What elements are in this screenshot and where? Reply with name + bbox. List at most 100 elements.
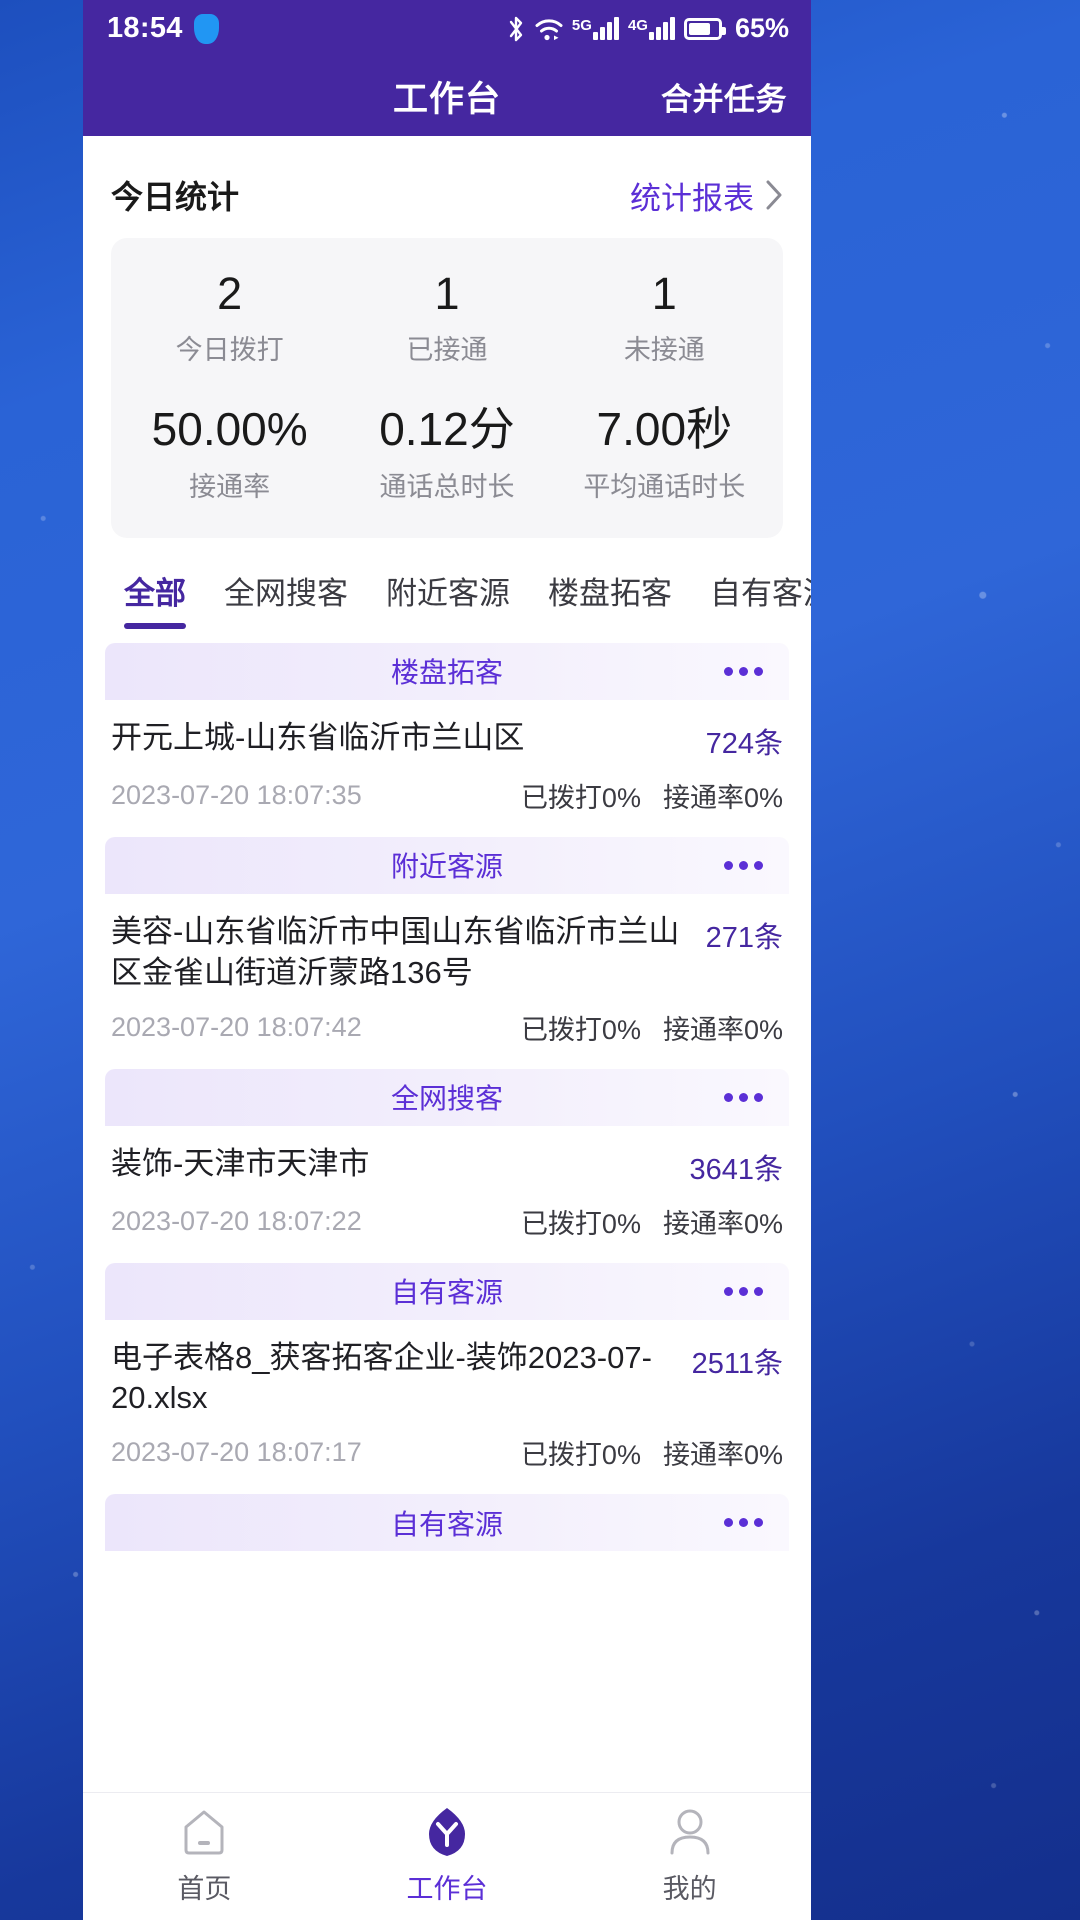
page-content: 今日统计 统计报表 2 今日拨打 1 已接通 1 未接通 50.00% 接通率 … bbox=[83, 136, 811, 1792]
stat-label: 通话总时长 bbox=[379, 471, 515, 502]
task-main-row: 电子表格8_获客拓客企业-装饰2023-07-20.xlsx 2511条 bbox=[111, 1338, 783, 1420]
task-connect-rate: 接通率0% bbox=[662, 1440, 783, 1471]
more-horizontal-icon[interactable] bbox=[724, 666, 763, 676]
bluetooth-icon bbox=[509, 16, 523, 41]
task-meta-row: 2023-07-20 18:07:35 已拨打0% 接通率0% bbox=[111, 776, 783, 831]
task-name: 美容-山东省临沂市中国山东省临沂市兰山区金雀山街道沂蒙路136号 bbox=[111, 913, 680, 990]
battery-percent: 65% bbox=[734, 13, 789, 43]
nav-label: 首页 bbox=[177, 1874, 232, 1904]
task-card[interactable]: 自有客源 电子表格8_获客拓客企业-装饰2023-07-20.xlsx 2511… bbox=[83, 1262, 811, 1489]
more-horizontal-icon[interactable] bbox=[724, 1518, 763, 1528]
nav-label: 工作台 bbox=[406, 1874, 488, 1904]
task-count: 724条 bbox=[705, 727, 783, 760]
task-count: 2511条 bbox=[691, 1347, 783, 1380]
statistics-report-label: 统计报表 bbox=[630, 180, 754, 216]
task-card[interactable]: 自有客源 bbox=[83, 1494, 811, 1552]
stat-average-duration: 7.00秒 平均通话时长 bbox=[556, 401, 773, 504]
nav-item-workbench[interactable]: 工作台 bbox=[326, 1807, 569, 1906]
stat-not-connected: 1 未接通 bbox=[556, 266, 773, 367]
person-icon bbox=[667, 1807, 713, 1857]
chevron-right-icon bbox=[766, 180, 782, 210]
phone-screen: 18:54 5G 4G 65% 工作台 合并任务 今日统计 统计报表 2 今日拨… bbox=[83, 0, 811, 1920]
task-time: 2023-07-20 18:07:42 bbox=[111, 1011, 362, 1042]
task-name: 电子表格8_获客拓客企业-装饰2023-07-20.xlsx bbox=[111, 1339, 652, 1416]
battery-icon bbox=[683, 17, 726, 40]
task-time: 2023-07-20 18:07:35 bbox=[111, 779, 362, 810]
task-dialed-rate: 已拨打0% bbox=[520, 1014, 641, 1045]
stat-label: 已接通 bbox=[406, 335, 488, 366]
task-metrics: 已拨打0% 接通率0% bbox=[521, 776, 783, 815]
task-type-badge: 附近客源 bbox=[390, 851, 503, 883]
task-card[interactable]: 附近客源 美容-山东省临沂市中国山东省临沂市兰山区金雀山街道沂蒙路136号 27… bbox=[83, 836, 811, 1063]
task-name: 装饰-天津市天津市 bbox=[111, 1145, 370, 1181]
status-bar: 18:54 5G 4G 65% bbox=[83, 0, 811, 57]
task-main-row: 美容-山东省临沂市中国山东省临沂市兰山区金雀山街道沂蒙路136号 271条 bbox=[111, 912, 783, 994]
task-card-body: 开元上城-山东省临沂市兰山区 724条 2023-07-20 18:07:35 … bbox=[105, 700, 789, 831]
stat-label: 今日拨打 bbox=[175, 335, 284, 366]
task-card-body: 美容-山东省临沂市中国山东省临沂市兰山区金雀山街道沂蒙路136号 271条 20… bbox=[105, 894, 789, 1063]
task-card-header: 附近客源 bbox=[105, 836, 789, 894]
tab-nearby[interactable]: 附近客源 bbox=[367, 568, 529, 629]
sim2-signal: 4G bbox=[628, 17, 675, 40]
sim1-network-label: 5G bbox=[571, 17, 592, 34]
task-count: 3641条 bbox=[689, 1153, 783, 1186]
shield-icon bbox=[193, 13, 219, 44]
sim1-bars-icon bbox=[592, 17, 619, 40]
stat-value: 2 bbox=[217, 268, 243, 319]
tab-all[interactable]: 全部 bbox=[105, 568, 205, 629]
statistics-report-link[interactable]: 统计报表 bbox=[630, 173, 783, 218]
task-card-header: 自有客源 bbox=[105, 1494, 789, 1552]
task-connect-rate: 接通率0% bbox=[662, 1208, 783, 1239]
task-name: 开元上城-山东省临沂市兰山区 bbox=[111, 719, 525, 755]
nav-item-home[interactable]: 首页 bbox=[83, 1807, 326, 1906]
stats-row-secondary: 50.00% 接通率 0.12分 通话总时长 7.00秒 平均通话时长 bbox=[121, 401, 773, 504]
more-horizontal-icon[interactable] bbox=[724, 860, 763, 870]
merge-tasks-button[interactable]: 合并任务 bbox=[661, 74, 787, 119]
more-horizontal-icon[interactable] bbox=[724, 1092, 763, 1102]
tab-web-search[interactable]: 全网搜客 bbox=[205, 568, 367, 629]
task-connect-rate: 接通率0% bbox=[662, 782, 783, 813]
status-bar-right: 5G 4G 65% bbox=[506, 13, 789, 44]
app-bar: 工作台 合并任务 bbox=[83, 57, 811, 136]
tab-property[interactable]: 楼盘拓客 bbox=[529, 568, 691, 629]
task-type-badge: 自有客源 bbox=[390, 1508, 503, 1540]
task-meta-row: 2023-07-20 18:07:17 已拨打0% 接通率0% bbox=[111, 1433, 783, 1488]
task-connect-rate: 接通率0% bbox=[662, 1014, 783, 1045]
workbench-icon bbox=[424, 1807, 470, 1857]
home-icon bbox=[181, 1807, 227, 1857]
task-card-header: 全网搜客 bbox=[105, 1068, 789, 1126]
stat-value: 1 bbox=[434, 268, 460, 319]
task-count: 271条 bbox=[705, 921, 783, 954]
task-time: 2023-07-20 18:07:22 bbox=[111, 1205, 362, 1236]
task-card[interactable]: 楼盘拓客 开元上城-山东省临沂市兰山区 724条 2023-07-20 18:0… bbox=[83, 642, 811, 831]
task-dialed-rate: 已拨打0% bbox=[520, 782, 641, 813]
task-dialed-rate: 已拨打0% bbox=[520, 1208, 641, 1239]
today-stats-header: 今日统计 统计报表 bbox=[83, 136, 811, 238]
stat-value: 7.00秒 bbox=[596, 403, 733, 456]
task-card[interactable]: 全网搜客 装饰-天津市天津市 3641条 2023-07-20 18:07:22… bbox=[83, 1068, 811, 1257]
stat-value: 50.00% bbox=[151, 403, 308, 456]
task-card-body: 电子表格8_获客拓客企业-装饰2023-07-20.xlsx 2511条 202… bbox=[105, 1320, 789, 1489]
sim1-signal: 5G bbox=[572, 17, 619, 40]
wifi-icon bbox=[535, 18, 563, 40]
stat-label: 未接通 bbox=[623, 335, 705, 366]
tab-own-source[interactable]: 自有客源 bbox=[691, 568, 811, 629]
stat-connect-rate: 50.00% 接通率 bbox=[121, 401, 338, 504]
sim2-network-label: 4G bbox=[627, 17, 648, 34]
stat-label: 接通率 bbox=[189, 471, 271, 502]
task-meta-row: 2023-07-20 18:07:42 已拨打0% 接通率0% bbox=[111, 1008, 783, 1063]
more-horizontal-icon[interactable] bbox=[724, 1286, 763, 1296]
category-tabs[interactable]: 全部 全网搜客 附近客源 楼盘拓客 自有客源 bbox=[83, 538, 811, 629]
stat-label: 平均通话时长 bbox=[583, 471, 746, 502]
task-meta-row: 2023-07-20 18:07:22 已拨打0% 接通率0% bbox=[111, 1202, 783, 1257]
nav-item-profile[interactable]: 我的 bbox=[568, 1807, 811, 1906]
today-stats-title: 今日统计 bbox=[111, 179, 240, 215]
stats-row-primary: 2 今日拨打 1 已接通 1 未接通 bbox=[121, 266, 773, 367]
task-metrics: 已拨打0% 接通率0% bbox=[521, 1202, 783, 1241]
task-list: 楼盘拓客 开元上城-山东省临沂市兰山区 724条 2023-07-20 18:0… bbox=[83, 629, 811, 1558]
today-stats-card: 2 今日拨打 1 已接通 1 未接通 50.00% 接通率 0.12分 通话总时… bbox=[111, 238, 783, 538]
stat-value: 0.12分 bbox=[379, 403, 515, 456]
stat-total-duration: 0.12分 通话总时长 bbox=[338, 401, 555, 504]
status-bar-left: 18:54 bbox=[107, 12, 219, 45]
task-time: 2023-07-20 18:07:17 bbox=[111, 1437, 362, 1468]
